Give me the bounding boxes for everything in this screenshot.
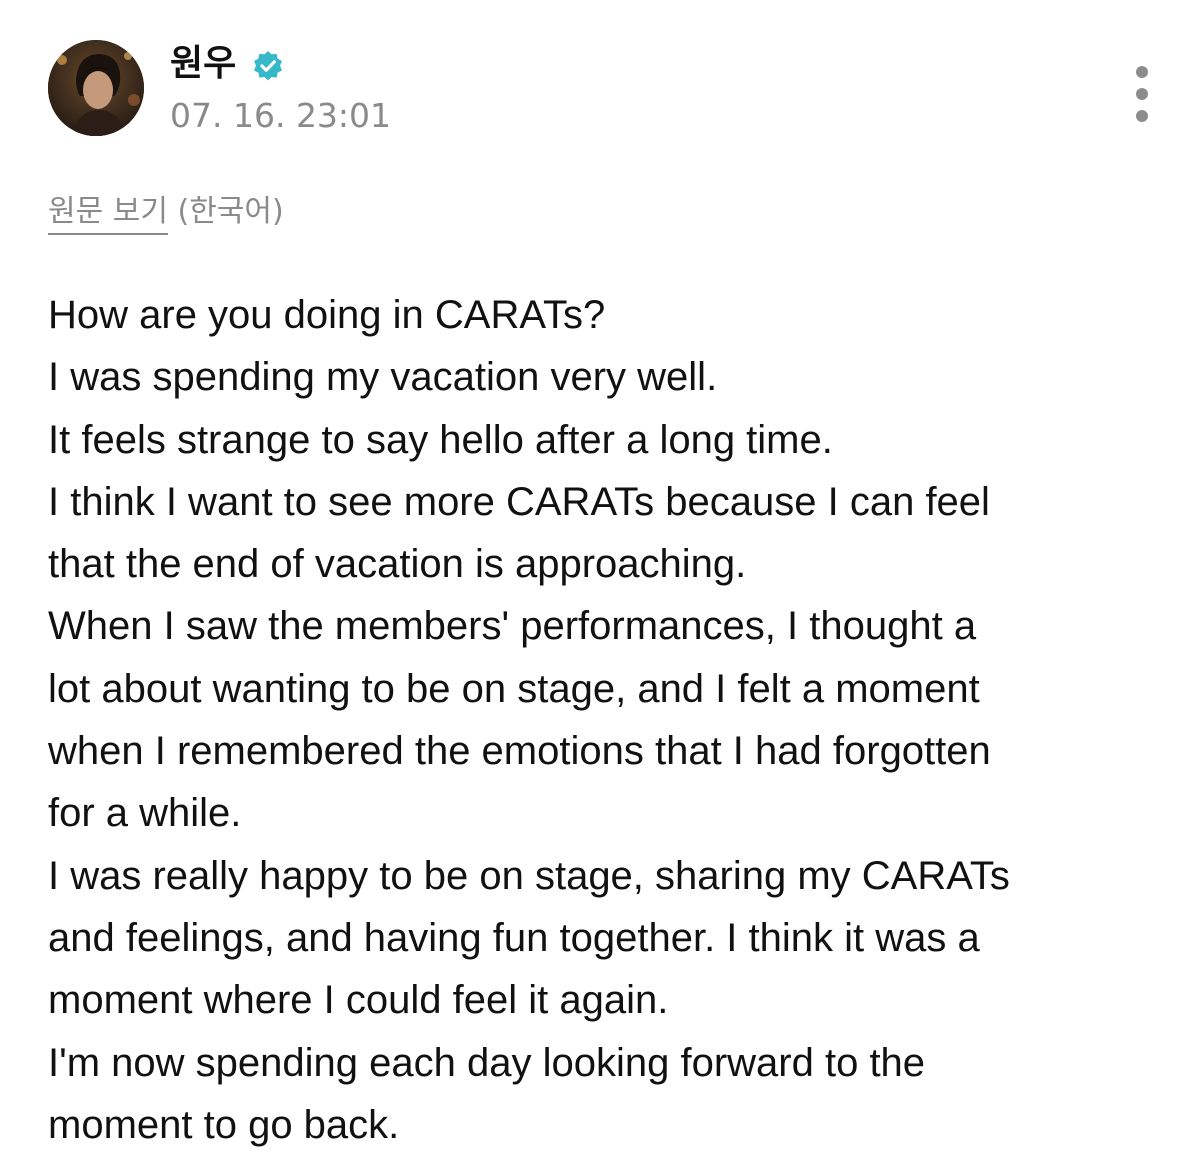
view-original-toggle: 원문 보기 (한국어) [48, 192, 284, 235]
original-language-label: (한국어) [177, 194, 284, 229]
post-text-line: I was really happy to be on stage, shari… [48, 853, 1010, 898]
post-text-line: I'm now spending each day looking forwar… [48, 1040, 926, 1085]
more-vertical-icon-dot [1136, 110, 1148, 122]
post-text-line: When I saw the members' performances, I … [48, 604, 977, 649]
avatar-photo [48, 40, 144, 136]
avatar[interactable] [48, 40, 144, 136]
post-text-line: lot about wanting to be on stage, and I … [48, 666, 980, 711]
timestamp: 07. 16. 23:01 [170, 96, 392, 135]
more-vertical-icon [1136, 66, 1148, 78]
post-text-line: moment where I could feel it again. [48, 978, 669, 1023]
more-options-button[interactable] [1130, 66, 1154, 130]
post-text-line: It feels strange to say hello after a lo… [48, 417, 833, 462]
post-text-line: How are you doing in CARATs? [48, 293, 606, 337]
post-text-line: that the end of vacation is approaching. [48, 542, 747, 587]
post-text-line: for a while. [48, 791, 242, 836]
post-text-line: when I remembered the emotions that I ha… [48, 729, 991, 774]
more-vertical-icon-dot [1136, 88, 1148, 100]
view-original-link[interactable]: 원문 보기 [48, 194, 168, 235]
post-text-line: and feelings, and having fun together. I… [48, 915, 980, 960]
post-text-line: I was spending my vacation very well. [48, 355, 718, 400]
verified-badge-icon [254, 51, 282, 81]
post-body: How are you doing in CARATs? I was spend… [48, 284, 1178, 1156]
post-text-line: I think I want to see more CARATs becaus… [48, 479, 990, 524]
author-name[interactable]: 원우 [170, 42, 236, 86]
post-text-line: moment to go back. [48, 1102, 400, 1147]
post-header: 원우 07. 16. 23:01 [48, 40, 1158, 140]
